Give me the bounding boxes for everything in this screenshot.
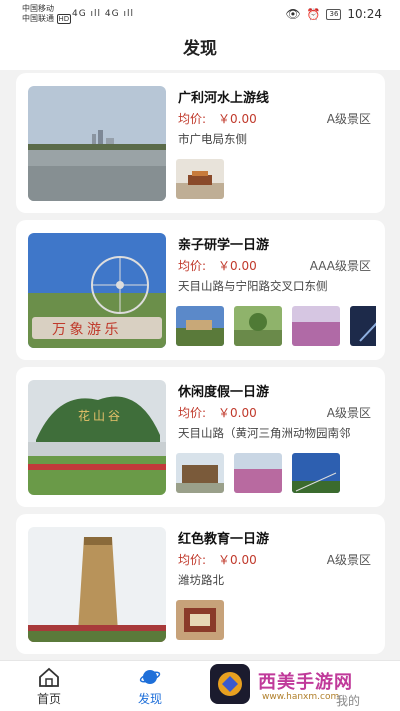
thumbnail[interactable] (234, 306, 282, 346)
card-title: 广利河水上游线 (178, 91, 270, 106)
cover-image: 万 象 游 乐 (28, 233, 166, 348)
address: 潍坊路北 (178, 573, 224, 587)
thumbnail-strip (176, 600, 376, 642)
level-badge: AAA级景区 (309, 259, 371, 273)
thumbnail[interactable] (234, 453, 282, 493)
thumbnail-strip (176, 159, 376, 201)
carrier-info: 中国移动 中国联通 HD (22, 4, 72, 24)
route-card[interactable]: 花 山 谷 休闲度假一日游 均价: ￥0.00 A级景区 天目山路（黄河三角洲动… (16, 367, 385, 507)
alarm-icon: ⏰ (306, 7, 321, 21)
svg-text:万 象 游 乐: 万 象 游 乐 (52, 322, 119, 338)
level-badge: A级景区 (326, 553, 371, 567)
level-badge: A级景区 (326, 112, 371, 126)
hd-badge: HD (56, 14, 72, 24)
card-title: 亲子研学一日游 (178, 238, 270, 253)
address: 天目山路（黄河三角洲动物园南邻 (178, 426, 351, 440)
carrier-1: 中国移动 (22, 4, 54, 13)
status-bar: 中国移动 中国联通 HD 4G ıll 4G ıll 👁 ⏰ 36 10:24 (0, 0, 400, 28)
thumbnail-strip (176, 453, 376, 495)
watermark-text: 西美手游网 (258, 672, 353, 693)
card-title: 休闲度假一日游 (178, 385, 270, 400)
signal-icon: 4G ıll 4G ıll (72, 9, 134, 19)
price-value: ￥0.00 (218, 553, 257, 567)
thumbnail[interactable] (176, 453, 224, 493)
tab-discover[interactable]: 发现 (120, 667, 180, 707)
thumbnail[interactable] (176, 600, 224, 640)
cover-image (28, 86, 166, 201)
tab-home[interactable]: 首页 (19, 667, 79, 707)
price-value: ￥0.00 (218, 406, 257, 420)
route-card[interactable]: 广利河水上游线 均价: ￥0.00 A级景区 市广电局东侧 (16, 73, 385, 213)
cover-image (28, 527, 166, 642)
cover-image: 花 山 谷 (28, 380, 166, 495)
battery-icon: 36 (326, 8, 342, 20)
price-label: 均价: (178, 553, 207, 567)
price-value: ￥0.00 (218, 259, 257, 273)
home-icon (39, 667, 59, 687)
clock: 10:24 (347, 7, 382, 21)
thumbnail[interactable] (350, 306, 376, 346)
eye-icon: 👁 (285, 7, 301, 21)
planet-icon (139, 670, 161, 684)
price-label: 均价: (178, 259, 207, 273)
tab-discover-label: 发现 (137, 692, 162, 706)
route-card[interactable]: 红色教育一日游 均价: ￥0.00 A级景区 潍坊路北 (16, 514, 385, 654)
level-badge: A级景区 (326, 406, 371, 420)
route-card[interactable]: 万 象 游 乐 亲子研学一日游 均价: ￥0.00 AAA级景区 天目山路与宁阳… (16, 220, 385, 360)
thumbnail[interactable] (292, 453, 340, 493)
price-value: ￥0.00 (218, 112, 257, 126)
thumbnail[interactable] (292, 306, 340, 346)
price-label: 均价: (178, 406, 207, 420)
tab-mine-label[interactable]: 我的 (336, 692, 360, 709)
thumbnail[interactable] (176, 306, 224, 346)
page-title: 发现 (0, 28, 400, 70)
card-title: 红色教育一日游 (178, 532, 270, 547)
tab-home-label: 首页 (36, 692, 61, 706)
svg-text:花 山 谷: 花 山 谷 (78, 408, 120, 423)
thumbnail[interactable] (176, 159, 224, 199)
thumbnail-strip (176, 306, 376, 348)
watermark-url: www.hanxm.com (262, 692, 340, 702)
address: 天目山路与宁阳路交叉口东侧 (178, 279, 328, 293)
price-label: 均价: (178, 112, 207, 126)
address: 市广电局东侧 (178, 132, 247, 146)
carrier-2: 中国联通 HD (22, 14, 72, 24)
